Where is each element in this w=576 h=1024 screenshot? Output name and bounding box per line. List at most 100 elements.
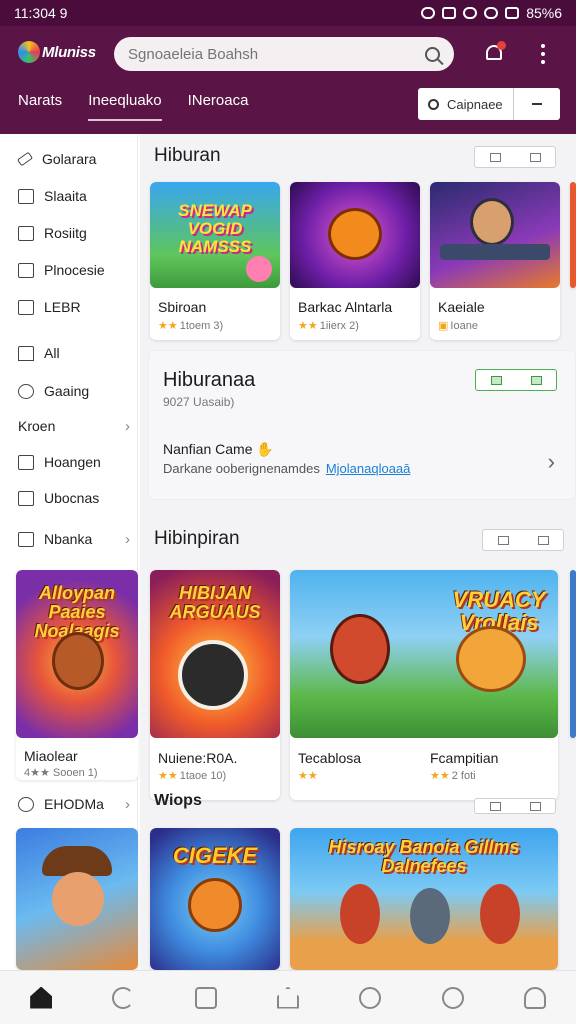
- sidebar-item-hoangen[interactable]: Hoangen: [0, 447, 138, 477]
- game-card-cigeke[interactable]: CIGEKE: [150, 828, 280, 970]
- grid-view-icon[interactable]: [529, 801, 541, 811]
- tab-ineeqluako[interactable]: Ineeqluako: [88, 92, 162, 121]
- game-title: Sbiroan: [158, 299, 207, 315]
- sidebar-item-label: Slaaita: [44, 188, 87, 204]
- status-icons: 85%6: [421, 5, 562, 21]
- game-card-cowboy[interactable]: [16, 828, 138, 970]
- sidebar-item-kroen[interactable]: Kroen ›: [0, 411, 138, 441]
- sidebar-item-label: Gaaing: [44, 383, 90, 399]
- thumbnail-title: HIBIJAN ARGUAUS: [169, 583, 261, 622]
- list-view-icon[interactable]: [490, 375, 502, 385]
- sidebar-item-plnocesie[interactable]: Plnocesie: [0, 255, 138, 285]
- game-title-secondary: Fcampitian: [430, 750, 499, 766]
- chevron-right-icon: ›: [125, 795, 130, 813]
- sidebar-item-nbanka[interactable]: Nbanka ›: [0, 524, 138, 554]
- logo-text: Mluniss: [42, 43, 96, 61]
- thumbnail-title: SNEWAP VOGID NAMSSS: [178, 201, 252, 256]
- search-input[interactable]: [128, 45, 425, 63]
- sidebar-item-all[interactable]: All: [0, 338, 138, 368]
- sidebar-item-lebr[interactable]: LEBR: [0, 292, 138, 322]
- featured-panel[interactable]: Hiburanaa 9027 Uasaib) Nanfian Came ✋ Da…: [148, 350, 576, 500]
- feature-subtitle: 9027 Uasaib): [163, 395, 235, 409]
- star-rating-icon: ★★: [298, 320, 318, 332]
- book-icon: [18, 490, 34, 506]
- image-icon: [18, 188, 34, 204]
- feature-link[interactable]: Mjolanaqloaaā: [326, 461, 411, 476]
- search-icon[interactable]: [425, 46, 440, 62]
- game-card-sbiroan[interactable]: SNEWAP VOGID NAMSSS Sbiroan ★★ 1toem 3): [150, 182, 280, 340]
- game-card-nuiene[interactable]: HIBIJAN ARGUAUS Nuiene:R0A. ★★ 1taoe 10): [150, 570, 280, 800]
- list-view-icon[interactable]: [489, 801, 501, 811]
- notification-bell-icon[interactable]: [484, 41, 506, 64]
- sidebar-item-ubocnas[interactable]: Ubocnas: [0, 483, 138, 513]
- thumbs-up-icon: ✋: [256, 441, 274, 457]
- star-rating-icon: ★★: [158, 320, 178, 332]
- grid-view-icon[interactable]: [529, 152, 541, 162]
- search-bar[interactable]: [114, 37, 454, 71]
- check-icon[interactable]: [441, 986, 464, 1009]
- game-thumbnail: Alloypan Paaies Noalaagis: [16, 570, 138, 738]
- grid-view-icon[interactable]: [530, 375, 542, 385]
- game-thumbnail: [290, 182, 420, 288]
- star-rating-icon: ★★: [158, 770, 178, 782]
- sidebar-item-golarara[interactable]: Golarara: [0, 144, 138, 174]
- view-toggle[interactable]: [474, 146, 556, 168]
- wifi-icon: [484, 7, 499, 19]
- badge-icon: ▣: [438, 320, 449, 332]
- home-icon[interactable]: [30, 986, 53, 1009]
- list-view-icon[interactable]: [489, 152, 501, 162]
- user-icon[interactable]: [523, 986, 546, 1009]
- news-icon[interactable]: [194, 986, 217, 1009]
- thumbnail-title: Hisroay Banoia Gillms Dalnefees: [328, 837, 520, 876]
- sidebar-item-label: Kroen: [18, 418, 56, 434]
- view-toggle[interactable]: [482, 529, 564, 551]
- square-icon: [18, 299, 34, 315]
- sidebar-item-slaaita[interactable]: Slaaita: [0, 181, 138, 211]
- view-toggle[interactable]: [474, 798, 556, 814]
- game-card-hisroay[interactable]: Hisroay Banoia Gillms Dalnefees: [290, 828, 558, 970]
- list-view-icon[interactable]: [497, 535, 509, 545]
- tab-narats[interactable]: Narats: [18, 92, 62, 121]
- app-logo[interactable]: Mluniss: [18, 41, 96, 63]
- sidebar-item-label: Golarara: [42, 151, 97, 167]
- tab-ineroaca[interactable]: INeroaca: [188, 92, 249, 121]
- feature-view-toggle[interactable]: [475, 369, 557, 391]
- sidebar-item-label: LEBR: [44, 299, 81, 315]
- search-icon[interactable]: [359, 986, 382, 1009]
- overflow-menu-icon[interactable]: [540, 44, 546, 64]
- game-thumbnail: Hisroay Banoia Gillms Dalnefees: [290, 828, 558, 970]
- sim-icon: [505, 7, 520, 19]
- sidebar: Golarara Slaaita Rosiitg Plnocesie LEBR …: [0, 134, 138, 970]
- chat-icon: [18, 383, 34, 399]
- hero-character-icon: [340, 884, 380, 944]
- feature-game-label: Nanfian Came ✋: [163, 441, 274, 457]
- grid-view-icon[interactable]: [537, 535, 549, 545]
- house-icon[interactable]: [276, 986, 299, 1009]
- game-title: Nuiene:R0A.: [158, 750, 238, 766]
- compare-button[interactable]: Caipnaee: [418, 88, 560, 120]
- chevron-right-icon: ›: [125, 417, 130, 435]
- refresh-icon[interactable]: [112, 986, 135, 1009]
- game-thumbnail: CIGEKE: [150, 828, 280, 970]
- app-bar: Mluniss Narats Ineeqluako INeroaca Caipn…: [0, 26, 576, 134]
- game-thumbnail: VRUACY Vrollais: [290, 570, 558, 738]
- feature-title: Hiburanaa: [163, 369, 256, 391]
- minus-icon[interactable]: [514, 103, 560, 105]
- alarm-icon: [442, 7, 457, 19]
- game-card-barkac[interactable]: Barkac Alntarla ★★ 1iierx 2): [290, 182, 420, 340]
- sidebar-item-gaaing[interactable]: Gaaing: [0, 376, 138, 406]
- sidebar-item-rosiitg[interactable]: Rosiitg: [0, 218, 138, 248]
- game-title: Miaolear: [24, 748, 78, 764]
- game-title: Barkac Alntarla: [298, 299, 393, 315]
- fox-character-icon: [188, 878, 242, 932]
- notification-dot: [497, 41, 506, 50]
- game-card-tecablosa[interactable]: VRUACY Vrollais Tecablosa ★★ Fcampitian …: [290, 570, 558, 800]
- game-card-kaeiale[interactable]: Kaeiale ▣ Ioane: [430, 182, 560, 340]
- section-title: Hiburan: [154, 145, 221, 166]
- sidebar-item-label: Hoangen: [44, 454, 101, 470]
- status-bar: 11:304 9 85%6: [0, 0, 576, 26]
- chevron-right-icon[interactable]: ›: [548, 449, 555, 475]
- sidebar-item-ehodma[interactable]: EHODMa ›: [0, 789, 138, 819]
- game-card-peek: [570, 182, 576, 288]
- game-card-miaolear[interactable]: Alloypan Paaies Noalaagis Miaolear 4★★ S…: [16, 570, 138, 780]
